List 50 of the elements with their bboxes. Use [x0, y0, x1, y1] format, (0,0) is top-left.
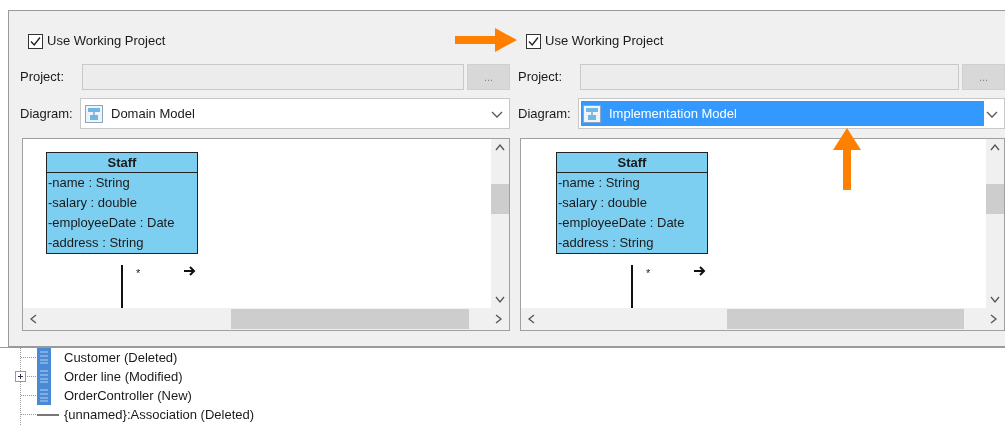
scroll-down-icon[interactable]	[989, 296, 1001, 304]
arrow-icon	[693, 265, 707, 277]
field-label: Diagram:	[20, 104, 74, 123]
field-label: Project:	[20, 68, 66, 87]
class-attribute: -address : String	[47, 234, 145, 252]
association-line	[121, 265, 123, 308]
scroll-left-icon[interactable]	[527, 313, 535, 325]
class-attribute: -name : String	[557, 174, 641, 192]
diagram-dropdown[interactable]: Domain Model	[80, 98, 510, 129]
scrollbar-thumb[interactable]	[986, 183, 1004, 214]
class-attribute: -salary : double	[47, 194, 138, 212]
arrow-icon	[455, 27, 517, 53]
class-attribute: -address : String	[557, 234, 655, 252]
field-label: Diagram:	[518, 104, 572, 123]
multiplicity-label: *	[136, 266, 141, 281]
scroll-right-icon[interactable]	[990, 313, 998, 325]
line-icon	[37, 414, 59, 416]
diagram-icon	[85, 104, 103, 123]
checkbox[interactable]	[28, 33, 43, 49]
class-icon	[37, 386, 51, 405]
scrollbar-thumb[interactable]	[230, 309, 470, 329]
diagram-icon	[583, 104, 601, 123]
tree-item[interactable]: {unnamed}:Association (Deleted)	[64, 404, 255, 425]
class-name: Staff	[47, 153, 197, 173]
tree-item[interactable]: Order line (Modified)	[64, 366, 183, 387]
tree-item[interactable]: Customer (Deleted)	[64, 348, 178, 368]
scroll-down-icon[interactable]	[494, 296, 506, 304]
expand-icon[interactable]	[15, 371, 26, 382]
multiplicity-label: *	[646, 266, 651, 281]
scroll-left-icon[interactable]	[29, 313, 37, 325]
class-attribute: -name : String	[47, 174, 131, 192]
class-name: Staff	[557, 153, 707, 173]
class-attribute: -employeeDate : Date	[557, 214, 686, 232]
scroll-up-icon[interactable]	[494, 143, 506, 151]
arrow-icon	[832, 128, 862, 190]
tree-item[interactable]: OrderController (New)	[64, 385, 192, 406]
scroll-up-icon[interactable]	[989, 143, 1001, 151]
scrollbar-thumb[interactable]	[727, 309, 965, 329]
class-attribute: -employeeDate : Date	[47, 214, 176, 232]
class-icon	[37, 367, 51, 386]
field-label: Project:	[518, 68, 564, 87]
checkbox[interactable]	[526, 33, 541, 49]
class-attribute: -salary : double	[557, 194, 648, 212]
checkbox-label[interactable]: Use Working Project	[545, 31, 664, 51]
arrow-icon	[183, 265, 197, 277]
checkbox-label[interactable]: Use Working Project	[47, 31, 166, 51]
class-icon	[37, 348, 51, 367]
association-line	[631, 265, 633, 308]
scroll-right-icon[interactable]	[495, 313, 503, 325]
scrollbar-thumb[interactable]	[491, 183, 509, 214]
